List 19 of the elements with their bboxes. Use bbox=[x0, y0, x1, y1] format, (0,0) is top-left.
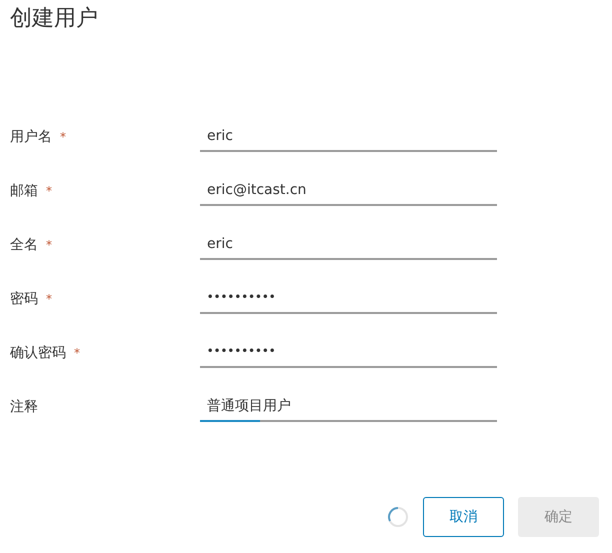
input-field[interactable]: eric bbox=[200, 234, 497, 260]
input-field[interactable]: 普通项目用户 bbox=[200, 396, 497, 422]
cancel-button[interactable]: 取消 bbox=[423, 497, 504, 537]
required-mark: * bbox=[46, 238, 52, 252]
input-field[interactable]: •••••••••• bbox=[200, 288, 497, 314]
required-mark: * bbox=[74, 346, 80, 360]
input-field[interactable]: eric@itcast.cn bbox=[200, 180, 497, 206]
input-field[interactable]: eric bbox=[200, 126, 497, 152]
field-label: 用户名 bbox=[10, 128, 52, 146]
field-label: 注释 bbox=[10, 398, 38, 416]
required-mark: * bbox=[46, 184, 52, 198]
field-label: 确认密码 bbox=[10, 344, 66, 362]
required-mark: * bbox=[60, 130, 66, 144]
field-label: 邮箱 bbox=[10, 182, 38, 200]
field-label: 密码 bbox=[10, 290, 38, 308]
required-mark: * bbox=[46, 292, 52, 306]
page-title: 创建用户 bbox=[10, 5, 99, 33]
input-field[interactable]: •••••••••• bbox=[200, 342, 497, 368]
field-label: 全名 bbox=[10, 236, 38, 254]
